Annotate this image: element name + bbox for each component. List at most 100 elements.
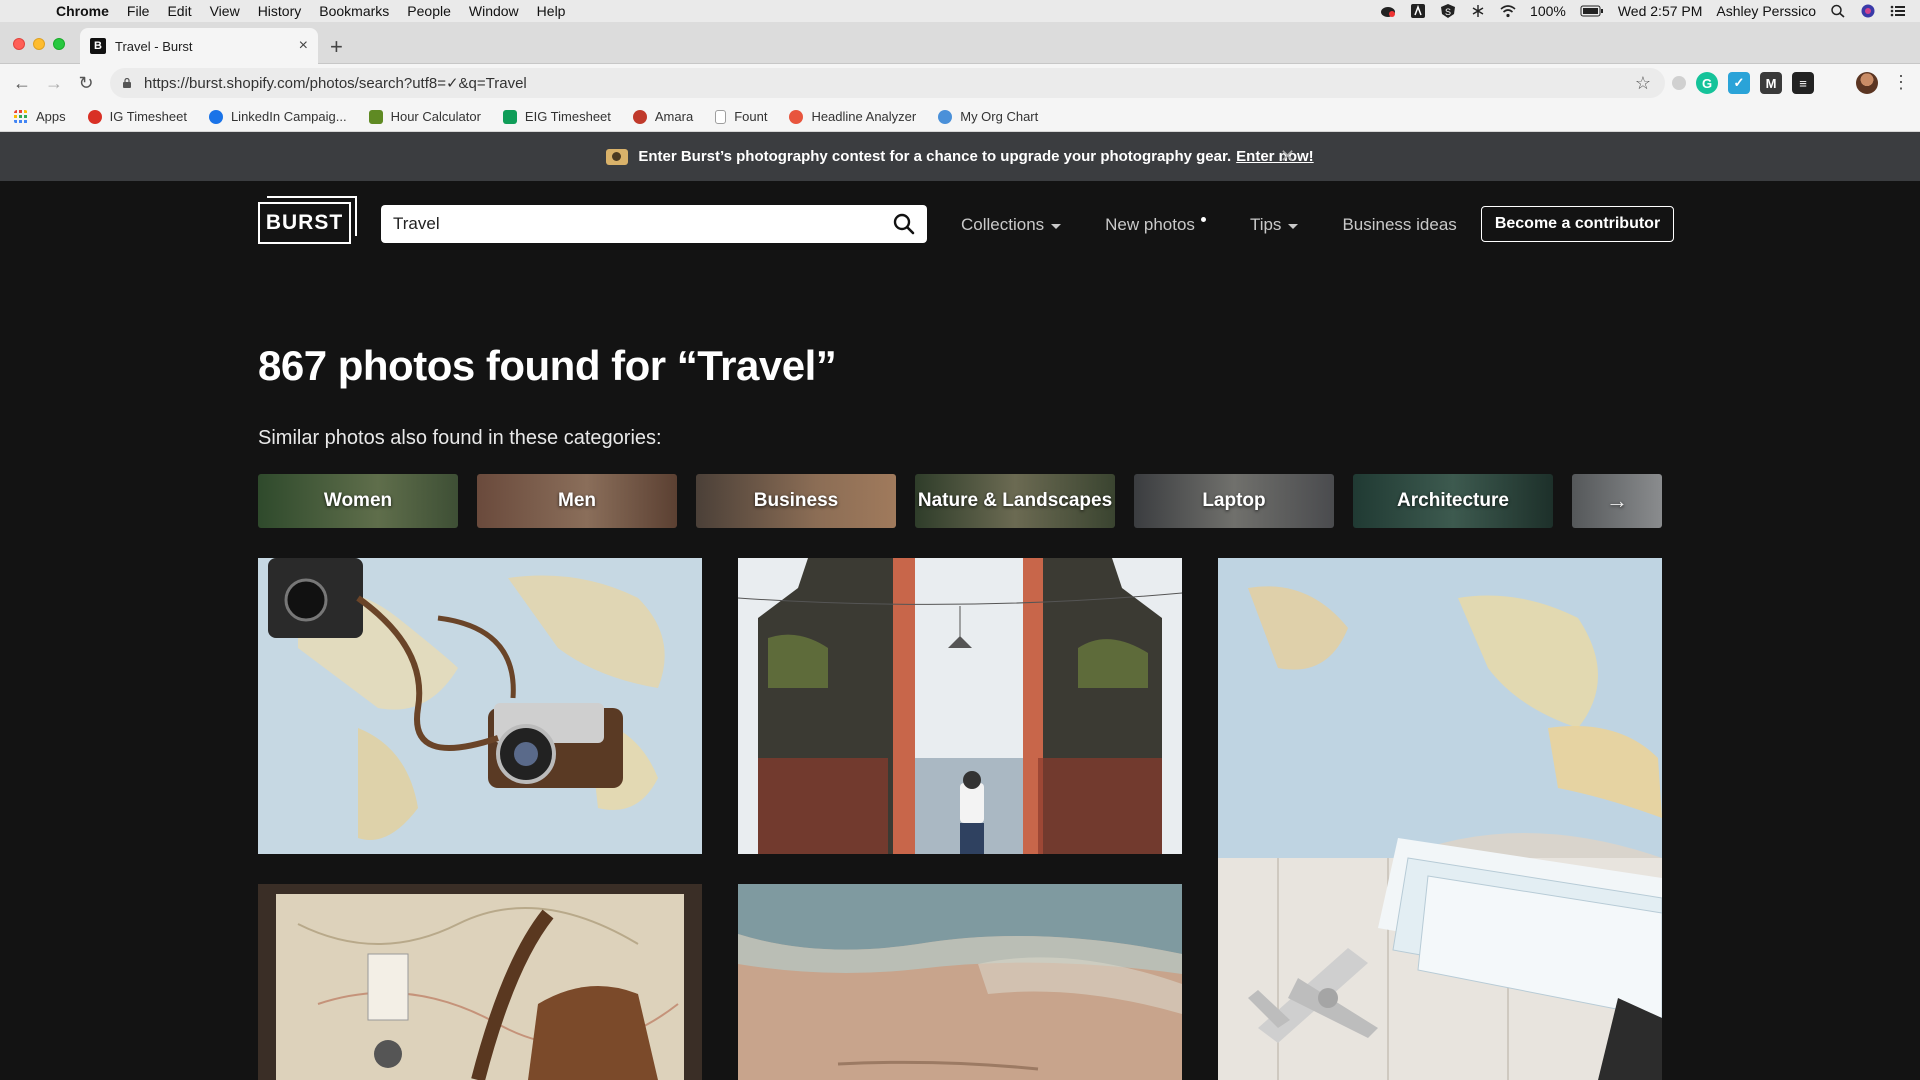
tab-close-icon[interactable]: ×: [299, 37, 308, 55]
svg-text:S: S: [1445, 7, 1451, 17]
notification-center-icon[interactable]: [1890, 4, 1906, 18]
photo-image: [738, 558, 1182, 854]
photo-beach-shore[interactable]: [738, 884, 1182, 1080]
contest-banner: Enter Burst’s photography contest for a …: [0, 132, 1920, 181]
extension-m-icon[interactable]: M: [1760, 72, 1782, 94]
search-icon[interactable]: [893, 213, 915, 235]
tab-title: Travel - Burst: [115, 38, 193, 54]
category-women[interactable]: Women: [258, 474, 458, 528]
bookmark-label: Amara: [654, 109, 694, 124]
minimize-window-button[interactable]: [33, 38, 45, 50]
enter-now-link[interactable]: Enter now!: [1236, 148, 1314, 165]
photo-map-airplane-tickets[interactable]: [1218, 558, 1662, 1080]
shield-s-icon[interactable]: S: [1440, 4, 1456, 18]
category-label: Women: [323, 489, 393, 511]
menu-people[interactable]: People: [407, 3, 451, 19]
category-nature-landscapes[interactable]: Nature & Landscapes: [915, 474, 1115, 528]
clock[interactable]: Wed 2:57 PM: [1618, 3, 1703, 19]
active-tab[interactable]: B Travel - Burst ×: [80, 28, 318, 64]
nav-new-photos[interactable]: New photos: [1105, 215, 1206, 235]
category-laptop[interactable]: Laptop: [1134, 474, 1334, 528]
category-men[interactable]: Men: [477, 474, 677, 528]
extensions-row: G ✓ M ≡: [1672, 72, 1814, 94]
category-label: Architecture: [1397, 489, 1509, 511]
photo-cameras-on-map[interactable]: [258, 558, 702, 854]
address-bar[interactable]: https://burst.shopify.com/photos/search?…: [110, 68, 1665, 98]
category-label: Nature & Landscapes: [917, 489, 1113, 511]
creative-cloud-icon[interactable]: [1380, 4, 1396, 18]
bookmark-label: IG Timesheet: [109, 109, 187, 124]
nav-collections[interactable]: Collections: [961, 215, 1062, 235]
bookmark-headline-analyzer[interactable]: Headline Analyzer: [789, 109, 916, 124]
bookmark-ig-timesheet[interactable]: IG Timesheet: [87, 109, 187, 124]
chevron-down-icon: [1051, 223, 1062, 229]
menu-history[interactable]: History: [258, 3, 302, 19]
forward-arrow-icon[interactable]: →: [38, 73, 70, 94]
profile-avatar[interactable]: [1856, 72, 1878, 94]
macos-menu-bar: Chrome File Edit View History Bookmarks …: [0, 0, 1920, 22]
extension-gray-icon[interactable]: [1672, 76, 1686, 90]
bookmark-eig-timesheet[interactable]: EIG Timesheet: [502, 109, 611, 124]
banner-close-icon[interactable]: ✕: [1280, 146, 1295, 167]
menu-window[interactable]: Window: [469, 3, 519, 19]
spotlight-search-icon[interactable]: [1830, 4, 1846, 18]
bookmark-label: Hour Calculator: [390, 109, 481, 124]
bluetooth-star-icon[interactable]: [1470, 4, 1486, 18]
photo-temple-gate[interactable]: [738, 558, 1182, 854]
search-input[interactable]: [393, 214, 893, 234]
bookmark-fount[interactable]: Fount: [715, 109, 767, 124]
category-architecture[interactable]: Architecture: [1353, 474, 1553, 528]
logo-text: BURST: [265, 211, 344, 234]
burst-logo[interactable]: BURST: [258, 196, 357, 244]
bookmark-star-icon[interactable]: ☆: [1635, 73, 1651, 94]
battery-icon[interactable]: [1580, 4, 1604, 18]
page-title: 867 photos found for “Travel”: [258, 342, 837, 389]
menu-help[interactable]: Help: [537, 3, 566, 19]
photo-map-notebook-bag[interactable]: [258, 884, 702, 1080]
nav-business-ideas[interactable]: Business ideas: [1342, 215, 1456, 235]
chrome-menu-icon[interactable]: ⋮: [1892, 72, 1910, 93]
category-business[interactable]: Business: [696, 474, 896, 528]
wifi-icon[interactable]: [1500, 4, 1516, 18]
maximize-window-button[interactable]: [53, 38, 65, 50]
bookmark-linkedin-campaign[interactable]: LinkedIn Campaig...: [208, 109, 347, 124]
main-nav: Collections New photos Tips Business ide…: [961, 212, 1506, 238]
new-tab-plus-icon[interactable]: +: [330, 34, 343, 60]
extension-bird-icon[interactable]: ✓: [1728, 72, 1750, 94]
document-icon: [715, 109, 727, 124]
hour-calculator-icon: [368, 109, 383, 124]
photo-image: [258, 558, 702, 854]
grammarly-icon[interactable]: G: [1696, 72, 1718, 94]
bookmark-apps[interactable]: Apps: [14, 109, 66, 124]
menu-edit[interactable]: Edit: [167, 3, 191, 19]
reload-icon[interactable]: ↻: [70, 73, 102, 94]
user-name[interactable]: Ashley Perssico: [1716, 3, 1816, 19]
categories-next-button[interactable]: →: [1572, 474, 1662, 528]
bookmark-hour-calculator[interactable]: Hour Calculator: [368, 109, 481, 124]
bookmark-amara[interactable]: Amara: [632, 109, 694, 124]
bookmark-label: Fount: [734, 109, 768, 124]
adobe-icon[interactable]: [1410, 4, 1426, 18]
bookmarks-bar: Apps IG Timesheet LinkedIn Campaig... Ho…: [0, 102, 1920, 132]
category-label: Men: [558, 489, 596, 511]
menu-bookmarks[interactable]: Bookmarks: [319, 3, 389, 19]
close-window-button[interactable]: [13, 38, 25, 50]
category-chips: Women Men Business Nature & Landscapes L…: [258, 474, 1662, 528]
nav-label: Collections: [961, 215, 1045, 234]
menu-app-name[interactable]: Chrome: [56, 3, 109, 19]
buffer-icon[interactable]: ≡: [1792, 72, 1814, 94]
new-indicator-dot: [1200, 216, 1206, 222]
menu-view[interactable]: View: [210, 3, 240, 19]
become-contributor-button[interactable]: Become a contributor: [1481, 206, 1674, 242]
bookmark-label: Headline Analyzer: [811, 109, 917, 124]
amara-icon: [632, 109, 647, 124]
bookmark-label: EIG Timesheet: [524, 109, 611, 124]
browser-tab-strip: B Travel - Burst × +: [0, 22, 1920, 64]
menu-file[interactable]: File: [127, 3, 150, 19]
browser-toolbar: ← → ↻ https://burst.shopify.com/photos/s…: [0, 64, 1920, 102]
bookmark-my-org-chart[interactable]: My Org Chart: [938, 109, 1038, 124]
siri-icon[interactable]: [1860, 4, 1876, 18]
nav-tips[interactable]: Tips: [1250, 215, 1299, 235]
back-arrow-icon[interactable]: ←: [6, 73, 38, 94]
photo-image: [738, 884, 1182, 1080]
